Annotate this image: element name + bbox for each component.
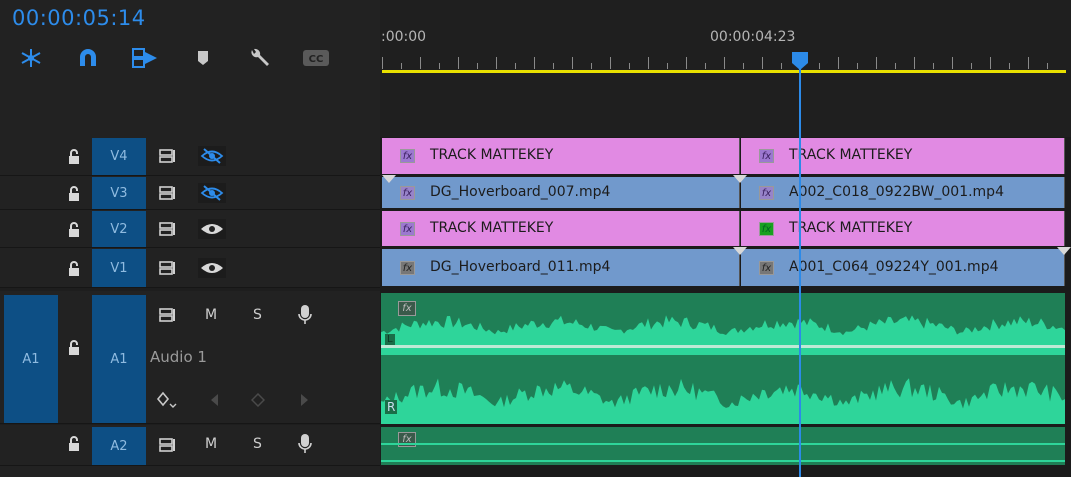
add-marker-icon[interactable] xyxy=(189,46,217,70)
clip-fx-badge: fx xyxy=(400,261,415,275)
clip-v1-2[interactable]: fx A001_C064_09224Y_001.mp4 xyxy=(741,249,1065,286)
timeline-panel: 00:00:05:14 CC :00:00 00:00:04:23 V4 V3 V2… xyxy=(0,0,1071,477)
snap-magnet-icon[interactable] xyxy=(74,46,102,70)
transition-marker-icon xyxy=(1057,247,1071,255)
audio-track-name[interactable]: Audio 1 xyxy=(150,348,207,366)
clip-name: TRACK MATTEKEY xyxy=(789,147,913,163)
clip-fx-badge: fx xyxy=(400,222,415,236)
add-keyframe-icon[interactable] xyxy=(250,392,266,408)
mute-button[interactable]: M xyxy=(205,307,217,323)
toggle-track-output-eye-hidden-icon[interactable] xyxy=(198,146,226,166)
toggle-track-output-eye-icon[interactable] xyxy=(198,219,226,239)
toggle-sync-lock-icon[interactable] xyxy=(156,219,180,239)
playhead-timecode[interactable]: 00:00:05:14 xyxy=(12,6,146,30)
track-name-v4[interactable]: V4 xyxy=(92,138,146,175)
track-name-v2[interactable]: V2 xyxy=(92,211,146,247)
toggle-track-output-eye-icon[interactable] xyxy=(198,258,226,278)
clip-v1-1[interactable]: fx DG_Hoverboard_011.mp4 xyxy=(382,249,740,286)
solo-button[interactable]: S xyxy=(253,307,262,323)
voiceover-record-icon[interactable] xyxy=(295,304,315,326)
transition-marker-icon xyxy=(733,175,747,183)
next-track-strip xyxy=(381,467,1071,477)
nest-sequence-icon[interactable] xyxy=(17,46,45,70)
clip-v3-2[interactable]: fx A002_C018_0922BW_001.mp4 xyxy=(741,177,1065,208)
track-lock-icon[interactable] xyxy=(67,149,81,165)
audio-waveform-flat xyxy=(381,460,1065,462)
ruler-playhead-label: 00:00:04:23 xyxy=(710,29,796,45)
track-header-v1: V1 xyxy=(0,248,380,288)
clip-v3-1[interactable]: fx DG_Hoverboard_007.mp4 xyxy=(382,177,740,208)
track-header-v4: V4 xyxy=(0,137,380,176)
audio-clip-a1[interactable]: fx L R xyxy=(381,293,1065,424)
toggle-track-output-eye-hidden-icon[interactable] xyxy=(198,183,226,203)
toggle-sync-lock-icon[interactable] xyxy=(156,183,180,203)
track-header-next xyxy=(0,466,380,477)
transition-marker-icon xyxy=(382,175,396,183)
channel-label-right: R xyxy=(385,400,398,414)
clip-fx-badge: fx xyxy=(759,149,774,163)
track-name-v3[interactable]: V3 xyxy=(92,177,146,209)
clip-v2-2[interactable]: fx TRACK MATTEKEY xyxy=(741,211,1065,246)
audio-waveform-flat xyxy=(381,443,1065,445)
audio-waveform xyxy=(381,315,1065,424)
clip-name: DG_Hoverboard_007.mp4 xyxy=(430,184,611,200)
timeline-settings-wrench-icon[interactable] xyxy=(246,46,274,70)
timeline-header: 00:00:05:14 CC xyxy=(0,0,380,137)
clip-fx-badge: fx xyxy=(759,222,774,236)
track-lock-icon[interactable] xyxy=(67,340,81,356)
svg-text:CC: CC xyxy=(309,54,324,65)
work-area-bar[interactable] xyxy=(382,70,1066,73)
keyframe-options-icon[interactable] xyxy=(155,390,177,410)
track-header-v3: V3 xyxy=(0,176,380,210)
ruler-start-label: :00:00 xyxy=(381,29,427,45)
track-header-v2: V2 xyxy=(0,210,380,248)
clip-fx-badge: fx xyxy=(759,186,774,200)
clip-fx-badge: fx xyxy=(759,261,774,275)
voiceover-record-icon[interactable] xyxy=(295,433,315,455)
toggle-sync-lock-icon[interactable] xyxy=(156,258,180,278)
track-lock-icon[interactable] xyxy=(67,222,81,238)
track-header-a2: A2 M S xyxy=(0,425,380,466)
clip-name: TRACK MATTEKEY xyxy=(430,147,554,163)
captions-cc-icon[interactable]: CC xyxy=(302,46,330,70)
source-track-target-a1[interactable]: A1 xyxy=(4,295,58,423)
previous-keyframe-icon[interactable] xyxy=(207,392,221,408)
track-name-v1[interactable]: V1 xyxy=(92,249,146,287)
track-name-a2[interactable]: A2 xyxy=(92,427,146,465)
mute-button[interactable]: M xyxy=(205,436,217,452)
track-lock-icon[interactable] xyxy=(67,261,81,277)
toggle-sync-lock-icon[interactable] xyxy=(156,435,180,455)
solo-button[interactable]: S xyxy=(253,436,262,452)
clip-name: A001_C064_09224Y_001.mp4 xyxy=(789,259,999,275)
track-header-a1: A1 A1 M S Audio 1 xyxy=(0,291,380,424)
clip-name: A002_C018_0922BW_001.mp4 xyxy=(789,184,1004,200)
clip-name: TRACK MATTEKEY xyxy=(789,220,913,236)
track-lock-icon[interactable] xyxy=(67,186,81,202)
clip-v4-1[interactable]: fx TRACK MATTEKEY xyxy=(382,138,740,174)
channel-label-left: L xyxy=(385,334,395,345)
playhead-line[interactable] xyxy=(799,62,801,477)
audio-clip-a2[interactable]: fx xyxy=(381,427,1065,465)
clip-name: TRACK MATTEKEY xyxy=(430,220,554,236)
transition-marker-icon xyxy=(733,247,747,255)
clip-v2-1[interactable]: fx TRACK MATTEKEY xyxy=(382,211,740,246)
next-keyframe-icon[interactable] xyxy=(298,392,312,408)
clip-fx-badge: fx xyxy=(400,186,415,200)
track-lock-icon[interactable] xyxy=(67,436,81,452)
track-name-a1[interactable]: A1 xyxy=(92,295,146,423)
clip-v4-2[interactable]: fx TRACK MATTEKEY xyxy=(741,138,1065,174)
clip-name: DG_Hoverboard_011.mp4 xyxy=(430,259,611,275)
linked-selection-icon[interactable] xyxy=(131,46,159,70)
toggle-sync-lock-icon[interactable] xyxy=(156,305,180,325)
toggle-sync-lock-icon[interactable] xyxy=(156,146,180,166)
clip-fx-badge: fx xyxy=(400,149,415,163)
